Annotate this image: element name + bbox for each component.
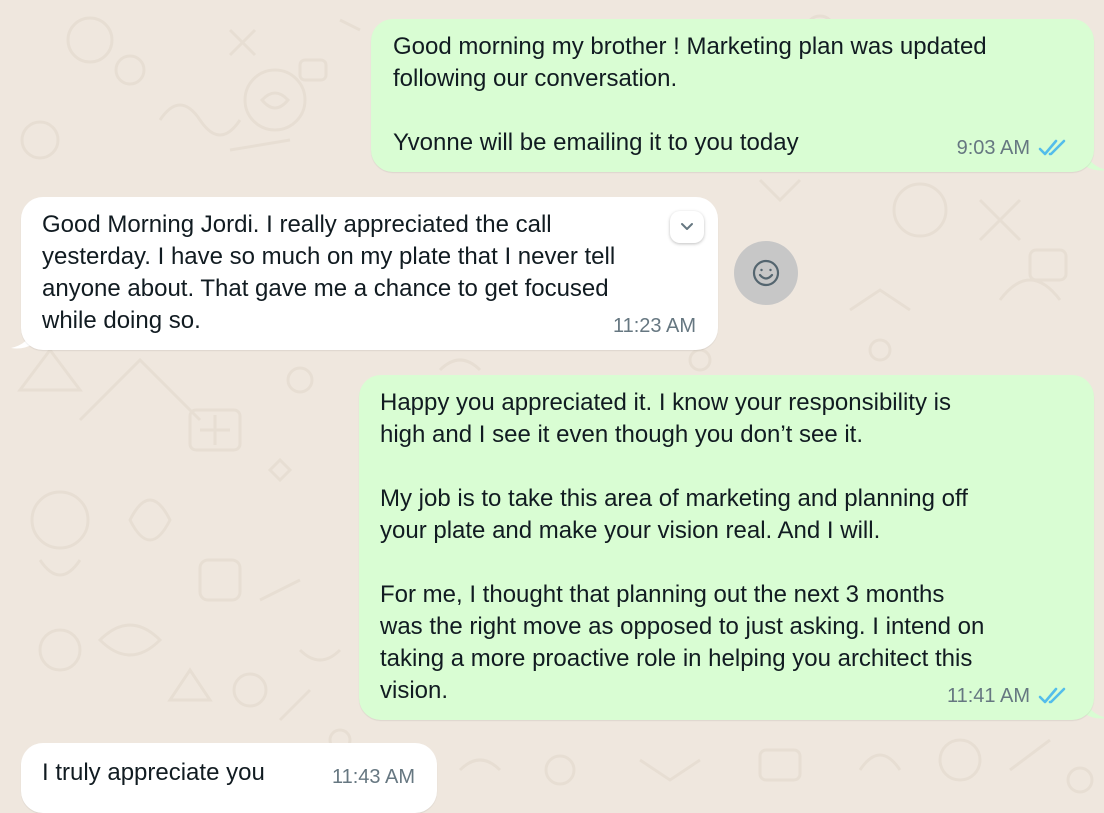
message-text: Happy you appreciated it. I know your re… (380, 389, 985, 704)
chevron-down-icon (681, 223, 693, 230)
smiley-icon (752, 259, 780, 287)
message-time: 11:23 AM (612, 315, 696, 337)
outgoing-message-bubble[interactable]: Happy you appreciated it. I know your re… (359, 375, 1094, 720)
message-text: I truly appreciate you (42, 759, 265, 786)
message-time: 11:41 AM (946, 685, 1030, 707)
message-meta: 11:23 AM (613, 314, 696, 338)
message-time: 9:03 AM (956, 137, 1030, 159)
outgoing-message-bubble[interactable]: Good morning my brother ! Marketing plan… (371, 19, 1094, 172)
incoming-message-bubble[interactable]: Good Morning Jordi. I really appreciated… (21, 197, 718, 350)
message-meta: 11:43 AM (332, 765, 415, 789)
double-check-icon (1038, 138, 1068, 158)
double-check-icon (1038, 686, 1068, 706)
incoming-message-bubble[interactable]: I truly appreciate you 11:43 AM (21, 743, 437, 813)
message-meta: 9:03 AM (957, 136, 1068, 160)
message-menu-button[interactable] (670, 211, 704, 243)
message-meta: 11:41 AM (947, 684, 1068, 708)
message-text: Good Morning Jordi. I really appreciated… (42, 211, 616, 334)
reaction-button[interactable] (734, 241, 798, 305)
message-time: 11:43 AM (331, 766, 415, 788)
